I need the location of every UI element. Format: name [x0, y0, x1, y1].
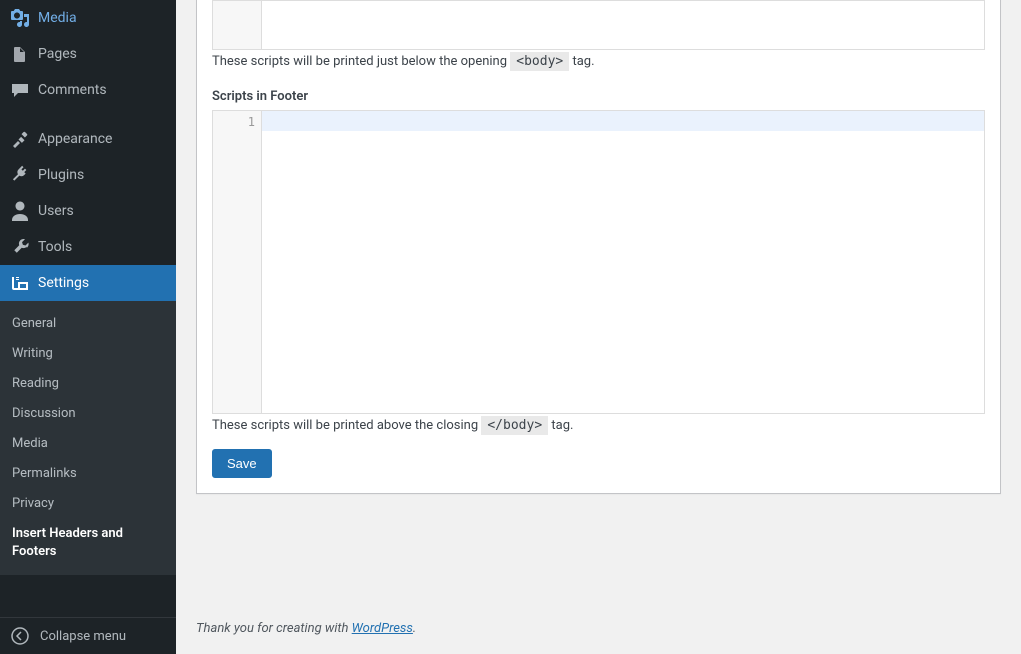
sidebar-item-label: Settings	[38, 273, 168, 293]
pages-icon	[10, 44, 30, 64]
code-area[interactable]	[262, 131, 984, 413]
submenu-item-media[interactable]: Media	[0, 429, 176, 459]
closing-body-tag-code: </body>	[481, 416, 548, 435]
appearance-icon	[10, 129, 30, 149]
submenu-item-privacy[interactable]: Privacy	[0, 489, 176, 519]
collapse-icon	[10, 626, 30, 646]
code-area[interactable]	[262, 1, 984, 49]
code-gutter	[213, 131, 262, 413]
line-number: 1	[248, 115, 255, 129]
sidebar-item-label: Tools	[38, 237, 168, 257]
sidebar-item-comments[interactable]: Comments	[0, 72, 176, 108]
sidebar-item-tools[interactable]: Tools	[0, 229, 176, 265]
sidebar-item-appearance[interactable]: Appearance	[0, 121, 176, 157]
wordpress-link[interactable]: WordPress	[352, 621, 413, 636]
current-arrow	[176, 275, 184, 291]
admin-sidebar: Media Pages Comments Appearance Plugins	[0, 0, 176, 654]
sidebar-item-plugins[interactable]: Plugins	[0, 157, 176, 193]
body-scripts-editor[interactable]	[212, 0, 985, 50]
sidebar-item-pages[interactable]: Pages	[0, 36, 176, 72]
code-area-active-line[interactable]	[262, 111, 984, 131]
sidebar-item-users[interactable]: Users	[0, 193, 176, 229]
code-gutter: 1	[213, 111, 262, 131]
main-content: These scripts will be printed just below…	[176, 0, 1021, 654]
sidebar-item-label: Users	[38, 201, 168, 221]
comments-icon	[10, 80, 30, 100]
footer-scripts-editor[interactable]: 1	[212, 110, 985, 414]
users-icon	[10, 201, 30, 221]
tools-icon	[10, 237, 30, 257]
media-icon	[10, 8, 30, 28]
body-hint: These scripts will be printed just below…	[212, 54, 985, 69]
submenu-item-permalinks[interactable]: Permalinks	[0, 459, 176, 489]
settings-panel: These scripts will be printed just below…	[196, 0, 1001, 494]
submenu-item-insert-headers-footers[interactable]: Insert Headers and Footers	[0, 519, 176, 567]
admin-footer-text: Thank you for creating with WordPress.	[196, 603, 1001, 654]
submenu-item-general[interactable]: General	[0, 309, 176, 339]
submenu-item-reading[interactable]: Reading	[0, 369, 176, 399]
submenu-item-writing[interactable]: Writing	[0, 339, 176, 369]
sidebar-item-label: Comments	[38, 80, 168, 100]
settings-submenu: General Writing Reading Discussion Media…	[0, 301, 176, 575]
submenu-item-discussion[interactable]: Discussion	[0, 399, 176, 429]
collapse-label: Collapse menu	[40, 629, 126, 644]
code-gutter	[213, 1, 262, 49]
body-tag-code: <body>	[510, 52, 569, 71]
settings-icon	[10, 273, 30, 293]
footer-scripts-label: Scripts in Footer	[212, 89, 985, 104]
menu-separator	[0, 112, 176, 117]
sidebar-item-settings[interactable]: Settings	[0, 265, 176, 301]
collapse-menu[interactable]: Collapse menu	[0, 617, 176, 654]
footer-hint: These scripts will be printed above the …	[212, 418, 985, 433]
save-button[interactable]: Save	[212, 449, 272, 478]
sidebar-item-label: Plugins	[38, 165, 168, 185]
sidebar-item-media[interactable]: Media	[0, 0, 176, 36]
sidebar-item-label: Appearance	[38, 129, 168, 149]
sidebar-item-label: Pages	[38, 44, 168, 64]
plugins-icon	[10, 165, 30, 185]
sidebar-item-label: Media	[38, 8, 168, 28]
